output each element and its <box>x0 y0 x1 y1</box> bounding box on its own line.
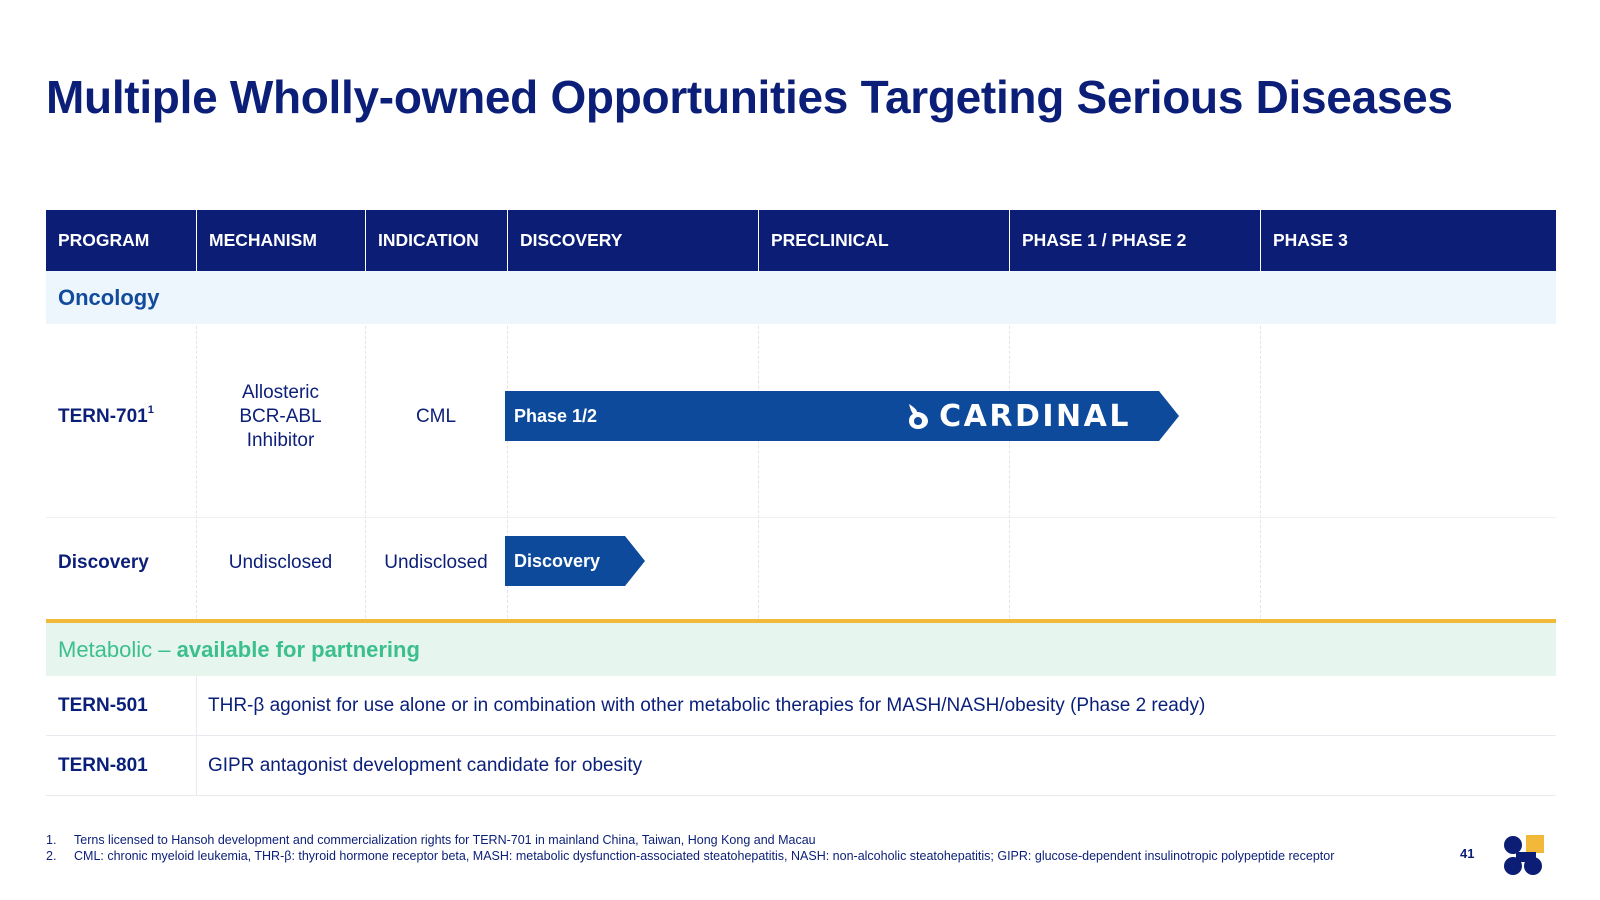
program-tern-701: TERN-7011 <box>58 404 154 428</box>
table-header: PROGRAM MECHANISM INDICATION DISCOVERY P… <box>46 210 1556 271</box>
program-name: TERN-701 <box>58 406 148 427</box>
oncology-section-header: Oncology <box>46 271 1556 324</box>
program-tern-501: TERN-501 <box>58 695 148 716</box>
metabolic-row-tern-501: TERN-501 THR-β agonist for use alone or … <box>46 676 1556 736</box>
program-tern-801: TERN-801 <box>58 755 148 776</box>
progress-bar-label: Discovery <box>514 551 601 571</box>
progress-bar-tern-701: Phase 1/2 CARDINAL <box>505 391 1179 441</box>
footnote-text: Terns licensed to Hansoh development and… <box>74 833 816 847</box>
header-program: PROGRAM <box>58 230 150 250</box>
mechanism-line: Allosteric <box>241 382 320 403</box>
footnote-item: 1. Terns licensed to Hansoh development … <box>46 832 1334 848</box>
header-mechanism: MECHANISM <box>196 210 365 271</box>
header-phase1-2: PHASE 1 / PHASE 2 <box>1009 210 1260 271</box>
footnote-text: CML: chronic myeloid leukemia, THR-β: th… <box>74 849 1335 863</box>
header-discovery: DISCOVERY <box>507 210 758 271</box>
header-preclinical: PRECLINICAL <box>758 210 1009 271</box>
partner-logo-cardinal: CARDINAL <box>905 398 1131 434</box>
progress-bar-discovery: Discovery <box>505 536 645 586</box>
mechanism-line: BCR-ABL <box>239 406 322 427</box>
pipeline-table: PROGRAM MECHANISM INDICATION DISCOVERY P… <box>46 210 1556 796</box>
metabolic-label: Metabolic – <box>58 637 177 662</box>
partnering-label: available for partnering <box>176 637 420 662</box>
partner-name: CARDINAL <box>939 398 1131 434</box>
footnote-number: 1. <box>46 833 57 847</box>
indication-tern-701: CML <box>415 406 457 427</box>
header-phase3: PHASE 3 <box>1260 210 1556 271</box>
progress-bar-label: Phase 1/2 <box>514 406 598 426</box>
metabolic-row-tern-801: TERN-801 GIPR antagonist development can… <box>46 736 1556 796</box>
header-indication: INDICATION <box>365 210 507 271</box>
page-number: 41 <box>1460 846 1475 861</box>
metabolic-section-header: Metabolic – available for partnering <box>46 623 1556 676</box>
description-tern-501: THR-β agonist for use alone or in combin… <box>208 695 1206 716</box>
mechanism-line: Inhibitor <box>246 430 315 451</box>
footnote-item: 2. CML: chronic myeloid leukemia, THR-β:… <box>46 848 1334 864</box>
indication-discovery: Undisclosed <box>384 552 488 573</box>
footnote-number: 2. <box>46 849 57 863</box>
mechanism-tern-701: Allosteric BCR-ABL Inhibitor <box>196 381 365 453</box>
cardinal-bird-icon <box>909 404 929 429</box>
page-title: Multiple Wholly-owned Opportunities Targ… <box>46 71 1453 123</box>
mechanism-discovery: Undisclosed <box>228 552 333 573</box>
footnote-ref: 1 <box>147 404 154 416</box>
program-discovery: Discovery <box>58 552 149 573</box>
footnotes: 1. Terns licensed to Hansoh development … <box>46 832 1334 864</box>
terns-logo-icon <box>1504 835 1544 875</box>
description-tern-801: GIPR antagonist development candidate fo… <box>208 755 643 776</box>
